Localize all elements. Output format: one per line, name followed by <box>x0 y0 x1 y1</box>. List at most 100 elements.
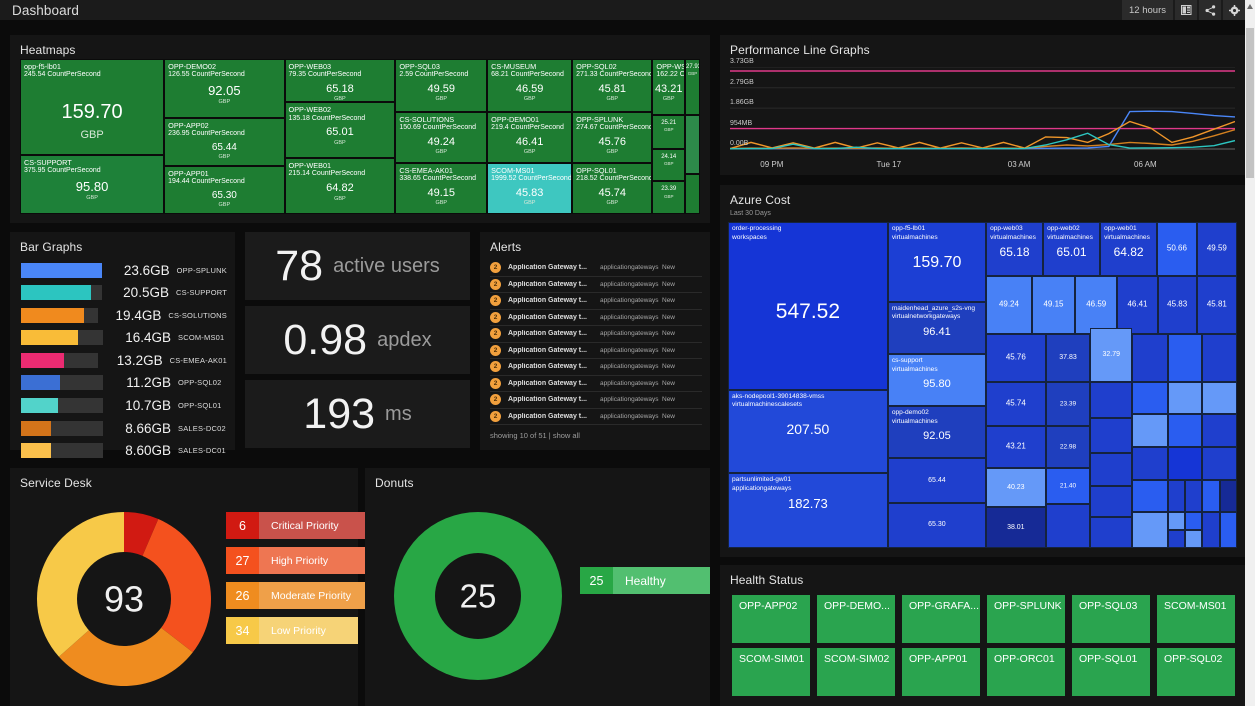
treemap-cell[interactable]: 22.98 <box>1046 426 1091 468</box>
stat-tile-apdex[interactable]: 0.98 apdex <box>245 306 470 374</box>
treemap-cell[interactable] <box>1132 447 1168 480</box>
alert-row[interactable]: 2Application Gateway t...applicationgate… <box>490 343 702 360</box>
health-status-tile[interactable]: OPP-SQL03 <box>1072 595 1150 643</box>
alert-row[interactable]: 2Application Gateway t...applicationgate… <box>490 293 702 310</box>
heatmap-cell[interactable] <box>685 115 700 174</box>
heatmap-cell[interactable]: 27.93GBP <box>685 59 700 115</box>
health-status-tile[interactable]: OPP-SPLUNK <box>987 595 1065 643</box>
heatmap-cell[interactable]: OPP-SPLUNK274.67 CountPerSecond45.76GBP <box>572 112 652 163</box>
treemap-cell[interactable]: maidenhead_azure_s2s-vngvirtualnetworkga… <box>888 302 986 354</box>
treemap-cell[interactable] <box>1090 486 1132 517</box>
health-status-tile[interactable]: SCOM-MS01 <box>1157 595 1235 643</box>
treemap-cell[interactable]: 49.15 <box>1032 276 1075 335</box>
treemap-cell[interactable] <box>1202 512 1219 548</box>
alert-row[interactable]: 2Application Gateway t...applicationgate… <box>490 310 702 327</box>
treemap-cell[interactable] <box>1132 480 1168 513</box>
stat-tile-active-users[interactable]: 78 active users <box>245 232 470 300</box>
treemap-cell[interactable] <box>1202 447 1237 480</box>
treemap-cell[interactable]: 49.59 <box>1197 222 1237 276</box>
treemap-cell[interactable]: cs-supportvirtualmachines95.80 <box>888 354 986 406</box>
health-status-tile[interactable]: OPP-GRAFA... <box>902 595 980 643</box>
treemap-cell[interactable]: partsunlimited-gw01applicationgateways18… <box>728 473 888 548</box>
bar-graph-row[interactable]: 8.60GBSALES-DC01 <box>21 441 227 461</box>
gear-icon[interactable] <box>1223 0 1245 20</box>
treemap-cell[interactable]: order-processingworkspaces547.52 <box>728 222 888 390</box>
treemap-cell[interactable]: opp-web03virtualmachines65.18 <box>986 222 1043 276</box>
treemap-cell[interactable] <box>1185 530 1202 548</box>
health-status-tile[interactable]: OPP-APP01 <box>902 648 980 696</box>
treemap-cell[interactable] <box>1132 334 1168 381</box>
treemap-cell[interactable] <box>1090 453 1132 486</box>
scroll-up-arrow[interactable] <box>1245 0 1255 12</box>
treemap-cell[interactable] <box>1132 414 1168 447</box>
bar-graph-row[interactable]: 20.5GBCS-SUPPORT <box>21 283 227 303</box>
treemap-cell[interactable]: 46.41 <box>1117 276 1157 335</box>
treemap-cell[interactable]: 65.44 <box>888 458 986 503</box>
treemap-cell[interactable]: 49.24 <box>986 276 1032 335</box>
treemap-cell[interactable] <box>1202 382 1237 415</box>
treemap-cell[interactable] <box>1202 334 1237 381</box>
treemap-cell[interactable]: 37.83 <box>1046 334 1091 381</box>
health-status-tile[interactable]: OPP-SQL01 <box>1072 648 1150 696</box>
treemap-cell[interactable] <box>1132 382 1168 415</box>
treemap-cell[interactable]: 38.01 <box>986 507 1046 548</box>
treemap-cell[interactable]: aks-nodepool1-39014838-vmssvirtualmachin… <box>728 390 888 473</box>
alert-row[interactable]: 2Application Gateway t...applicationgate… <box>490 359 702 376</box>
alert-row[interactable]: 2Application Gateway t...applicationgate… <box>490 277 702 294</box>
alerts-footer[interactable]: showing 10 of 51 | show all <box>480 425 580 440</box>
alert-row[interactable]: 2Application Gateway t...applicationgate… <box>490 326 702 343</box>
health-status-tile[interactable]: OPP-DEMO... <box>817 595 895 643</box>
treemap-cell[interactable]: 21.40 <box>1046 468 1091 504</box>
treemap-cell[interactable] <box>1185 480 1202 513</box>
treemap-cell[interactable]: opp-demo02virtualmachines92.05 <box>888 406 986 458</box>
heatmap-cell[interactable]: OPP-SQL032.59 CountPerSecond49.59GBP <box>395 59 487 112</box>
bar-graph-row[interactable]: 11.2GBOPP-SQL02 <box>21 373 227 393</box>
treemap-cell[interactable] <box>1090 517 1132 548</box>
heatmap-cell[interactable]: opp-f5-lb01245.54 CountPerSecond159.70GB… <box>20 59 164 155</box>
bar-graph-row[interactable]: 13.2GBCS-EMEA-AK01 <box>21 350 227 370</box>
heatmap-cell[interactable]: OPP-APP02236.95 CountPerSecond65.44GBP <box>164 118 284 166</box>
treemap-cell[interactable] <box>1202 480 1219 513</box>
heatmap-cell[interactable]: CS-MUSEUM68.21 CountPerSecond46.59GBP <box>487 59 572 112</box>
treemap-cell[interactable] <box>1090 382 1132 418</box>
treemap-cell[interactable]: 40.23 <box>986 468 1046 507</box>
alert-row[interactable]: 2Application Gateway t...applicationgate… <box>490 409 702 426</box>
scrollbar-thumb[interactable] <box>1246 28 1254 178</box>
legend-row[interactable]: 6Critical Priority <box>226 512 378 539</box>
treemap-cell[interactable]: 45.83 <box>1158 276 1197 335</box>
treemap-cell[interactable]: 45.81 <box>1197 276 1237 335</box>
heatmap-cell[interactable]: OPP-DEMO01219.4 CountPerSecond46.41GBP <box>487 112 572 163</box>
time-range-button[interactable]: 12 hours <box>1122 0 1173 20</box>
treemap-cell[interactable] <box>1220 480 1237 513</box>
heatmap-cell[interactable]: OPP-WEB01215.14 CountPerSecond64.82GBP <box>285 158 396 214</box>
book-icon[interactable] <box>1175 0 1197 20</box>
treemap-cell[interactable] <box>1168 530 1185 548</box>
heatmap-cell[interactable]: CS-SOLUTIONS150.69 CountPerSecond49.24GB… <box>395 112 487 163</box>
heatmap-cell[interactable]: OPP-SQL01218.52 CountPerSecond45.74GBP <box>572 163 652 214</box>
health-status-tile[interactable]: OPP-ORC01 <box>987 648 1065 696</box>
treemap-cell[interactable] <box>1168 480 1185 513</box>
treemap-cell[interactable] <box>1220 512 1237 548</box>
treemap-cell[interactable] <box>1090 418 1132 454</box>
treemap-cell[interactable] <box>1185 512 1202 530</box>
legend-row[interactable]: 34Low Priority <box>226 617 358 644</box>
heatmap-cell[interactable]: 24.14GBP <box>652 149 685 182</box>
treemap-cell[interactable]: opp-web02virtualmachines65.01 <box>1043 222 1100 276</box>
treemap-cell[interactable]: 23.39 <box>1046 382 1091 426</box>
heatmap-cell[interactable]: CS-EMEA-AK01338.65 CountPerSecond49.15GB… <box>395 163 487 214</box>
treemap-cell[interactable]: 46.59 <box>1075 276 1117 335</box>
treemap-cell[interactable]: 43.21 <box>986 426 1046 468</box>
health-status-tile[interactable]: SCOM-SIM01 <box>732 648 810 696</box>
heatmap-cell[interactable]: OPP-WEB0379.35 CountPerSecond65.18GBP <box>285 59 396 102</box>
legend-row[interactable]: 25Healthy <box>580 567 710 594</box>
heatmap-cell[interactable]: OPP-APP01194.44 CountPerSecond65.30GBP <box>164 166 284 214</box>
health-status-tile[interactable]: OPP-SQL02 <box>1157 648 1235 696</box>
alert-row[interactable]: 2Application Gateway t...applicationgate… <box>490 392 702 409</box>
treemap-cell[interactable] <box>1168 447 1203 480</box>
heatmap-cell[interactable]: 25.21GBP <box>652 115 685 149</box>
heatmap-cell[interactable]: OPP-WEB02135.18 CountPerSecond65.01GBP <box>285 102 396 158</box>
stat-tile-response-time[interactable]: 193 ms <box>245 380 470 448</box>
treemap-cell[interactable] <box>1202 414 1237 447</box>
health-status-tile[interactable]: SCOM-SIM02 <box>817 648 895 696</box>
page-scrollbar[interactable] <box>1245 0 1255 706</box>
